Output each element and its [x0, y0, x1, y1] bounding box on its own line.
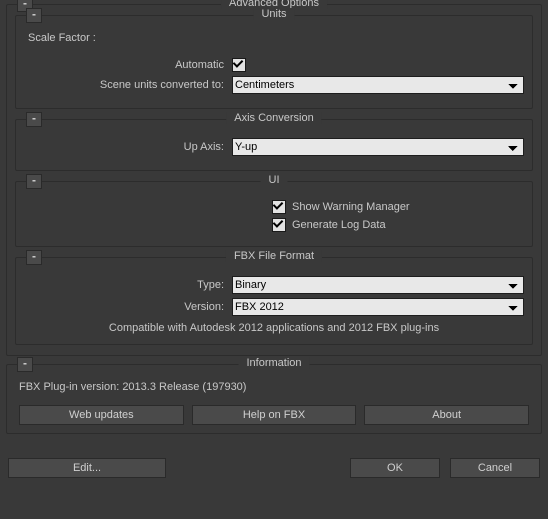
units-collapse-button[interactable]: -	[26, 8, 42, 23]
cancel-button[interactable]: Cancel	[450, 458, 540, 478]
automatic-label: Automatic	[24, 59, 232, 71]
fbx-format-title: FBX File Format	[226, 250, 322, 262]
web-updates-button[interactable]: Web updates	[19, 405, 184, 425]
type-select[interactable]: Binary	[232, 276, 524, 294]
version-label: Version:	[24, 301, 232, 313]
compatibility-text: Compatible with Autodesk 2012 applicatio…	[24, 322, 524, 334]
units-title: Units	[253, 8, 294, 20]
ok-button[interactable]: OK	[350, 458, 440, 478]
scale-factor-label: Scale Factor :	[24, 30, 524, 54]
information-group: - Information FBX Plug-in version: 2013.…	[6, 364, 542, 434]
automatic-checkbox[interactable]	[232, 58, 246, 72]
about-button[interactable]: About	[364, 405, 529, 425]
ui-group: - UI Show Warning Manager Generate Log D…	[15, 181, 533, 247]
units-group: - Units Scale Factor : Automatic Scene u…	[15, 15, 533, 109]
axis-collapse-button[interactable]: -	[26, 112, 42, 127]
fbx-format-group: - FBX File Format Type: Binary Version: …	[15, 257, 533, 345]
edit-button[interactable]: Edit...	[8, 458, 166, 478]
version-select[interactable]: FBX 2012	[232, 298, 524, 316]
generate-log-checkbox[interactable]	[272, 218, 286, 232]
type-label: Type:	[24, 279, 232, 291]
plugin-version-text: FBX Plug-in version: 2013.3 Release (197…	[15, 375, 533, 395]
scene-units-label: Scene units converted to:	[24, 79, 232, 91]
up-axis-select[interactable]: Y-up	[232, 138, 524, 156]
help-on-fbx-button[interactable]: Help on FBX	[192, 405, 357, 425]
ui-collapse-button[interactable]: -	[26, 174, 42, 189]
generate-log-label: Generate Log Data	[292, 219, 524, 231]
information-title: Information	[238, 357, 309, 369]
scene-units-select[interactable]: Centimeters	[232, 76, 524, 94]
axis-conversion-title: Axis Conversion	[226, 112, 321, 124]
information-collapse-button[interactable]: -	[17, 357, 33, 372]
axis-conversion-group: - Axis Conversion Up Axis: Y-up	[15, 119, 533, 171]
fbx-collapse-button[interactable]: -	[26, 250, 42, 265]
show-warning-checkbox[interactable]	[272, 200, 286, 214]
up-axis-label: Up Axis:	[24, 141, 232, 153]
advanced-options-group: - Advanced Options - Units Scale Factor …	[6, 4, 542, 356]
ui-title: UI	[261, 174, 288, 186]
show-warning-label: Show Warning Manager	[292, 201, 524, 213]
